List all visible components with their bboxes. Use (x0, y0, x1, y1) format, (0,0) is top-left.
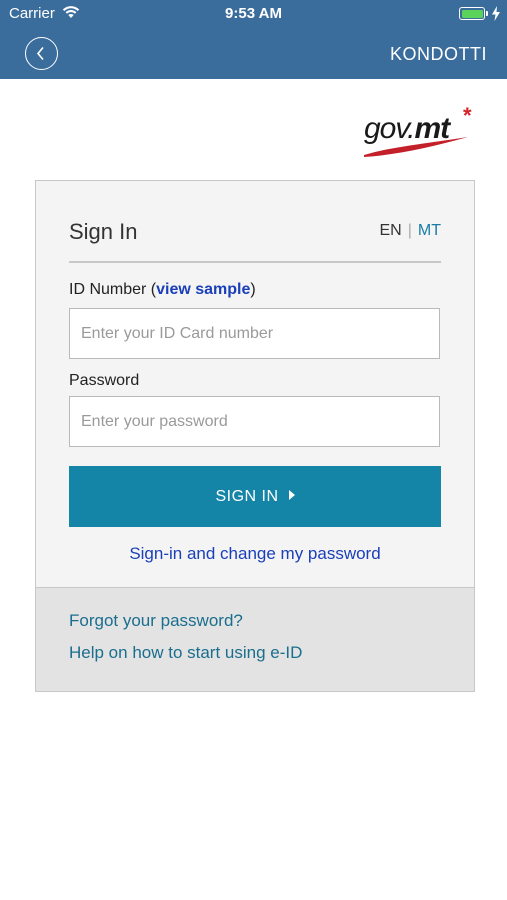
change-password-link[interactable]: Sign-in and change my password (36, 544, 474, 564)
signin-header: Sign In EN | MT (69, 219, 441, 263)
back-button[interactable] (25, 37, 58, 70)
signin-title: Sign In (69, 219, 138, 244)
forgot-password-link[interactable]: Forgot your password? (69, 611, 243, 631)
password-input[interactable] (69, 396, 440, 447)
signin-footer: Forgot your password? Help on how to sta… (36, 587, 474, 691)
nav-title: KONDOTTI (390, 44, 487, 64)
battery-icon (459, 7, 485, 20)
sign-in-button[interactable]: SIGN IN (69, 466, 441, 527)
logo-star: * (463, 103, 472, 128)
id-number-label: ID Number (view sample) (69, 281, 256, 298)
lang-separator: | (407, 222, 412, 239)
logo-swoosh (364, 137, 468, 157)
id-number-input[interactable] (69, 308, 440, 359)
language-switcher: EN | MT (380, 222, 442, 240)
password-label: Password (69, 372, 140, 389)
clock: 9:53 AM (225, 5, 282, 22)
charging-bolt-icon (492, 6, 500, 21)
status-bar: Carrier 9:53 AM (0, 0, 507, 28)
signin-card: Sign In EN | MT ID Number (view sample) Pa… (35, 180, 475, 692)
battery-cap (486, 11, 488, 16)
caret-right-icon (288, 490, 295, 500)
sign-in-button-label: SIGN IN (215, 488, 279, 505)
chevron-left-icon (36, 46, 44, 61)
view-sample-link[interactable]: view sample (156, 281, 250, 298)
lang-mt-link[interactable]: MT (418, 222, 441, 239)
nav-bar: KONDOTTI (0, 28, 507, 79)
eid-help-link[interactable]: Help on how to start using e-ID (69, 643, 302, 663)
gov-mt-logo: gov.mt * (360, 103, 480, 161)
lang-en-link[interactable]: EN (380, 222, 402, 239)
